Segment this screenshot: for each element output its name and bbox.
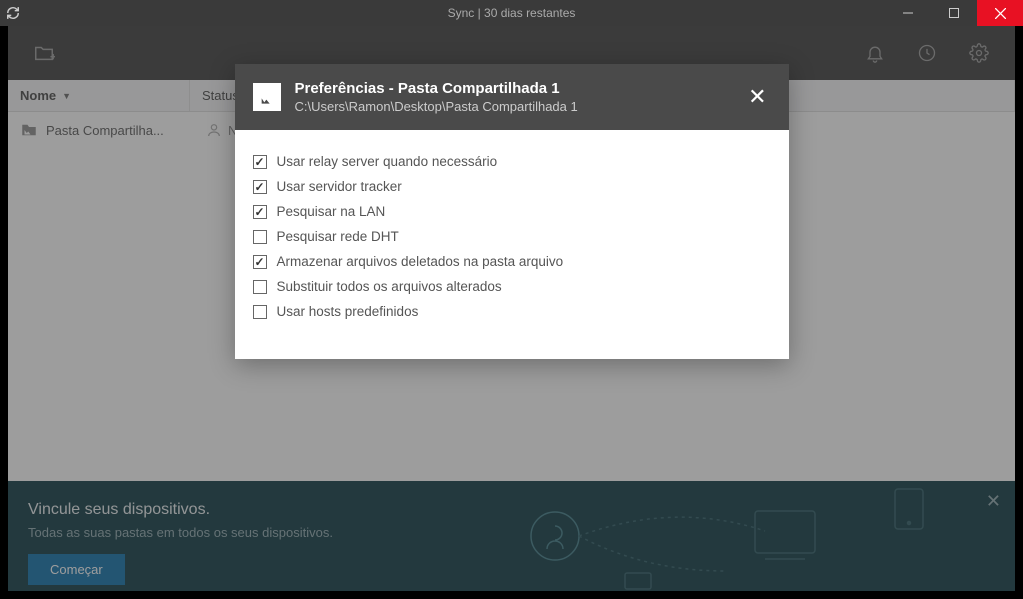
window-title: Sync | 30 dias restantes [448, 6, 576, 20]
checkbox[interactable] [253, 180, 267, 194]
maximize-button[interactable] [931, 0, 977, 26]
option-label: Usar servidor tracker [277, 179, 402, 194]
sync-app-icon [0, 0, 26, 26]
modal-option[interactable]: Pesquisar rede DHT [253, 229, 771, 244]
option-label: Usar hosts predefinidos [277, 304, 419, 319]
option-label: Armazenar arquivos deletados na pasta ar… [277, 254, 564, 269]
modal-option[interactable]: Usar hosts predefinidos [253, 304, 771, 319]
checkbox[interactable] [253, 155, 267, 169]
modal-header: Preferências - Pasta Compartilhada 1 C:\… [235, 64, 789, 130]
preferences-modal: Preferências - Pasta Compartilhada 1 C:\… [235, 64, 789, 359]
checkbox[interactable] [253, 305, 267, 319]
modal-body: Usar relay server quando necessário Usar … [235, 130, 789, 359]
modal-subtitle: C:\Users\Ramon\Desktop\Pasta Compartilha… [295, 99, 745, 114]
window-controls [885, 0, 1023, 26]
modal-overlay[interactable]: Preferências - Pasta Compartilhada 1 C:\… [8, 26, 1015, 591]
modal-option[interactable]: Usar relay server quando necessário [253, 154, 771, 169]
checkbox[interactable] [253, 280, 267, 294]
modal-close-button[interactable]: ✕ [744, 84, 770, 110]
checkbox[interactable] [253, 205, 267, 219]
modal-folder-icon [253, 83, 281, 111]
checkbox[interactable] [253, 255, 267, 269]
modal-title: Preferências - Pasta Compartilhada 1 [295, 80, 745, 97]
option-label: Pesquisar na LAN [277, 204, 386, 219]
modal-option[interactable]: Substituir todos os arquivos alterados [253, 279, 771, 294]
modal-option[interactable]: Pesquisar na LAN [253, 204, 771, 219]
option-label: Pesquisar rede DHT [277, 229, 399, 244]
window-close-button[interactable] [977, 0, 1023, 26]
window-titlebar: Sync | 30 dias restantes [0, 0, 1023, 26]
option-label: Usar relay server quando necessário [277, 154, 498, 169]
minimize-button[interactable] [885, 0, 931, 26]
option-label: Substituir todos os arquivos alterados [277, 279, 502, 294]
modal-option[interactable]: Usar servidor tracker [253, 179, 771, 194]
checkbox[interactable] [253, 230, 267, 244]
modal-option[interactable]: Armazenar arquivos deletados na pasta ar… [253, 254, 771, 269]
